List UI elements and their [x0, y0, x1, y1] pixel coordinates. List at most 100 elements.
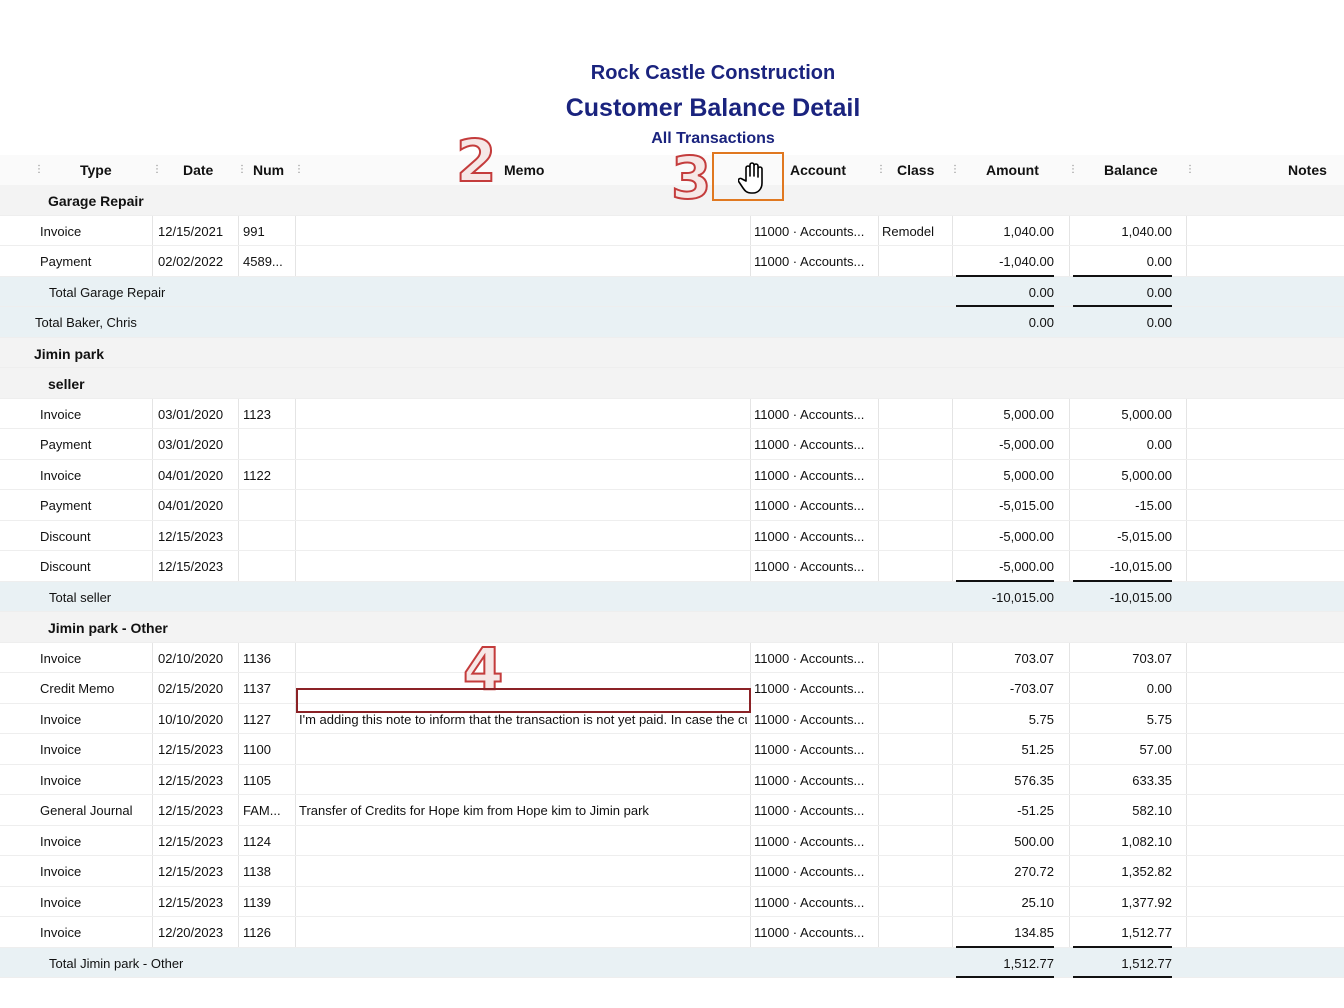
cell-type: Invoice	[40, 925, 82, 940]
column-header-memo[interactable]: Memo	[504, 162, 544, 178]
column-header-account[interactable]: Account	[790, 162, 846, 178]
group-label: seller	[48, 376, 85, 392]
table-row[interactable]: General Journal 12/15/2023 FAM... Transfer …	[0, 795, 1344, 826]
amount-underline	[956, 976, 1054, 978]
column-divider	[878, 215, 879, 245]
column-header-balance[interactable]: Balance	[1104, 162, 1158, 178]
table-row[interactable]: Invoice 12/20/2023 1126 11000 · Accounts...…	[0, 917, 1344, 948]
cell-amount: -5,000.00	[999, 559, 1054, 574]
table-row[interactable]: Payment 04/01/2020 11000 · Accounts... -5,0…	[0, 490, 1344, 521]
cell-amount: -10,015.00	[991, 589, 1054, 605]
column-divider	[878, 825, 879, 855]
table-row[interactable]: Invoice 12/15/2021 991 11000 · Accounts... R…	[0, 215, 1344, 246]
memo-highlight-box	[296, 688, 751, 713]
column-divider	[295, 520, 296, 550]
column-divider	[1069, 490, 1070, 520]
table-row[interactable]: Invoice 12/15/2023 1139 11000 · Accounts...…	[0, 886, 1344, 917]
table-row[interactable]: Discount 12/15/2023 11000 · Accounts... -5,…	[0, 551, 1344, 582]
column-divider	[952, 520, 953, 550]
total-label: Total Baker, Chris	[35, 315, 137, 330]
column-divider	[952, 490, 953, 520]
column-resize-handle[interactable]: ⋮	[1185, 164, 1195, 175]
column-divider	[952, 856, 953, 886]
column-resize-handle[interactable]: ⋮	[34, 164, 44, 175]
column-resize-handle[interactable]: ⋮	[876, 164, 886, 175]
column-divider	[1069, 856, 1070, 886]
column-divider	[1069, 551, 1070, 581]
table-row[interactable]: Payment 03/01/2020 11000 · Accounts... -5,0…	[0, 429, 1344, 460]
column-divider	[878, 246, 879, 276]
table-row[interactable]: Invoice 02/10/2020 1136 11000 · Accounts...…	[0, 642, 1344, 673]
column-divider	[1186, 520, 1187, 550]
cell-num: 1122	[243, 467, 271, 483]
cell-amount: 5,000.00	[1003, 467, 1054, 483]
cell-balance: 1,352.82	[1121, 864, 1172, 879]
column-header-amount[interactable]: Amount	[986, 162, 1039, 178]
group-row[interactable]: Jimin park - Other	[0, 612, 1344, 643]
report-title: Customer Balance Detail	[565, 94, 861, 122]
column-resize-handle[interactable]: ⋮	[1068, 164, 1078, 175]
cell-account: 11000 · Accounts...	[754, 406, 865, 422]
column-divider	[878, 429, 879, 459]
cell-account: 11000 · Accounts...	[754, 894, 865, 910]
cell-balance: 1,082.10	[1121, 833, 1172, 849]
column-divider	[1069, 459, 1070, 489]
column-divider	[1069, 246, 1070, 276]
cell-type: Invoice	[40, 223, 82, 239]
cell-account: 11000 · Accounts...	[754, 223, 865, 239]
balance-underline	[1073, 976, 1172, 978]
total-row[interactable]: Total Baker, Chris 0.00 0.00	[0, 307, 1344, 338]
column-resize-handle[interactable]: ⋮	[950, 164, 960, 175]
cell-account: 11000 · Accounts...	[754, 498, 865, 513]
column-divider	[295, 429, 296, 459]
cell-balance: 1,377.92	[1121, 894, 1172, 910]
column-resize-handle[interactable]: ⋮	[152, 164, 162, 175]
column-divider	[152, 703, 153, 733]
total-row[interactable]: Total seller -10,015.00 -10,015.00	[0, 581, 1344, 612]
table-row[interactable]: Discount 12/15/2023 11000 · Accounts... -5,…	[0, 520, 1344, 551]
column-header-class[interactable]: Class	[897, 162, 934, 178]
table-row[interactable]: Invoice 12/15/2023 1105 11000 · Accounts...…	[0, 764, 1344, 795]
column-divider	[1186, 917, 1187, 947]
cell-num: 1139	[243, 894, 271, 910]
column-divider	[750, 886, 751, 916]
column-divider	[152, 734, 153, 764]
column-divider	[952, 734, 953, 764]
column-divider	[1186, 398, 1187, 428]
cell-num: 1105	[243, 772, 271, 788]
column-divider	[1186, 764, 1187, 794]
column-divider	[295, 215, 296, 245]
group-row[interactable]: seller	[0, 368, 1344, 399]
column-resize-handle[interactable]: ⋮	[237, 164, 247, 175]
column-resize-handle[interactable]: ⋮	[294, 164, 304, 175]
cell-date: 12/15/2023	[158, 803, 224, 818]
cell-date: 03/01/2020	[158, 406, 224, 422]
table-row[interactable]: Invoice 04/01/2020 1122 11000 · Accounts...…	[0, 459, 1344, 490]
cell-amount: 703.07	[1014, 650, 1054, 666]
column-divider	[952, 673, 953, 703]
column-header-date[interactable]: Date	[183, 162, 213, 178]
cell-amount: 25.10	[1021, 894, 1054, 910]
table-row[interactable]: Payment 02/02/2022 4589... 11000 · Accounts…	[0, 246, 1344, 277]
column-divider	[295, 642, 296, 672]
table-row[interactable]: Invoice 12/15/2023 1124 11000 · Accounts...…	[0, 825, 1344, 856]
total-row[interactable]: Total Jimin park - Other 1,512.77 1,512.77	[0, 947, 1344, 978]
column-header-notes[interactable]: Notes	[1288, 162, 1327, 178]
group-row[interactable]: Jimin park	[0, 337, 1344, 368]
table-row[interactable]: Invoice 03/01/2020 1123 11000 · Accounts...…	[0, 398, 1344, 429]
column-header-type[interactable]: Type	[80, 162, 112, 178]
column-header-num[interactable]: Num	[253, 162, 284, 178]
column-divider	[878, 764, 879, 794]
table-row[interactable]: Invoice 12/15/2023 1100 11000 · Accounts...…	[0, 734, 1344, 765]
cell-date: 12/15/2023	[158, 559, 224, 574]
cell-num: 1137	[243, 681, 271, 696]
cell-date: 04/01/2020	[158, 498, 224, 513]
column-divider	[750, 825, 751, 855]
cell-account: 11000 · Accounts...	[754, 925, 865, 940]
total-row[interactable]: Total Garage Repair 0.00 0.00	[0, 276, 1344, 307]
cell-type: Invoice	[40, 742, 82, 757]
cell-type: Discount	[40, 559, 91, 574]
column-divider	[1069, 703, 1070, 733]
group-label: Jimin park	[34, 345, 105, 362]
table-row[interactable]: Invoice 12/15/2023 1138 11000 · Accounts...…	[0, 856, 1344, 887]
